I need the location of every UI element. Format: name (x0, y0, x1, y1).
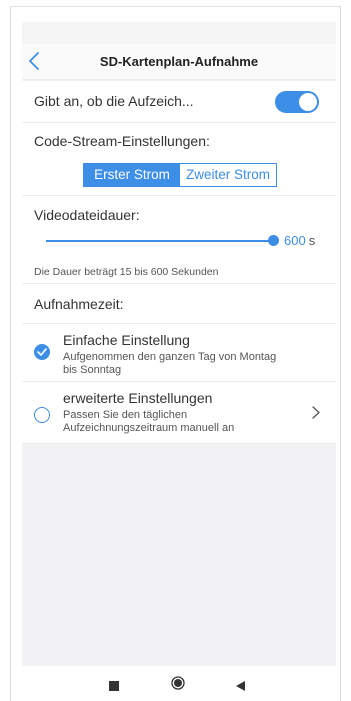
duration-unit: s (308, 233, 316, 248)
home-circle-icon[interactable] (171, 676, 185, 695)
duration-row: Videodateidauer: 600 s Die Dauer beträgt … (22, 196, 336, 284)
check-icon[interactable] (34, 344, 50, 360)
recording-toggle[interactable] (275, 91, 319, 113)
simple-setting-desc: Aufgenommen den ganzen Tag von Montag bi… (63, 351, 277, 376)
stream-label: Code-Stream-Einstellungen: (34, 133, 210, 149)
duration-label: Videodateidauer: (34, 207, 140, 223)
settings-list: Gibt an, ob die Aufzeich... Code-Stream-… (22, 81, 336, 444)
duration-slider-handle[interactable] (268, 235, 279, 246)
stream-segmented-control: Erster Strom Zweiter Strom (83, 163, 277, 187)
duration-hint: Die Dauer beträgt 15 bis 600 Sekunden (34, 266, 219, 278)
stop-square-icon[interactable] (109, 678, 119, 696)
advanced-setting-title: erweiterte Einstellungen (63, 390, 213, 406)
stream-option-second[interactable]: Zweiter Strom (180, 164, 276, 186)
status-bar (22, 22, 336, 44)
recording-time-row: Aufnahmezeit: (22, 284, 336, 324)
page-title: SD-Kartenplan-Aufnahme (99, 54, 259, 69)
system-nav-bar (22, 666, 336, 701)
advanced-setting-option[interactable]: erweiterte Einstellungen Passen Sie den … (22, 382, 336, 444)
radio-unchecked-icon[interactable] (34, 407, 50, 423)
duration-number: 600 (284, 233, 306, 248)
chevron-right-icon[interactable] (312, 406, 320, 424)
duration-value: 600 s (284, 233, 315, 248)
toggle-knob (299, 93, 317, 111)
duration-slider-track[interactable] (46, 240, 272, 242)
back-triangle-icon[interactable] (236, 678, 245, 696)
app-screen: SD-Kartenplan-Aufnahme Gibt an, ob die A… (22, 44, 336, 666)
recording-toggle-row: Gibt an, ob die Aufzeich... (22, 81, 336, 123)
recording-time-label: Aufnahmezeit: (34, 296, 124, 312)
nav-bar: SD-Kartenplan-Aufnahme (22, 44, 336, 80)
stream-option-first[interactable]: Erster Strom (84, 164, 180, 186)
stream-settings-row: Code-Stream-Einstellungen: Erster Strom … (22, 123, 336, 196)
advanced-setting-desc: Passen Sie den täglichen Aufzeichnungsze… (63, 409, 235, 434)
recording-label: Gibt an, ob die Aufzeich... (34, 93, 194, 109)
simple-setting-option[interactable]: Einfache Einstellung Aufgenommen den gan… (22, 324, 336, 382)
simple-setting-title: Einfache Einstellung (63, 332, 190, 348)
